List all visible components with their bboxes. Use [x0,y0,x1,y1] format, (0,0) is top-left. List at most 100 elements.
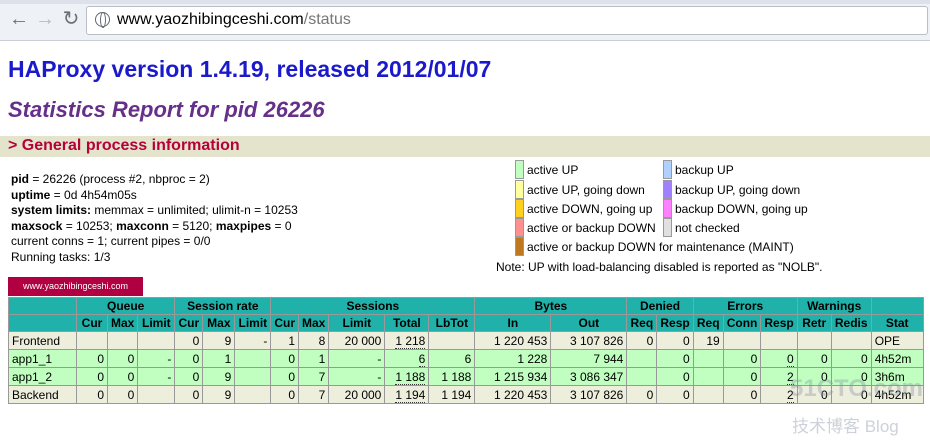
table-cell [428,331,476,350]
table-cell [234,385,272,404]
legend-swatch [515,218,524,237]
table-cell: - [137,367,176,386]
table-cell [692,385,724,404]
header-errors: Errors [692,297,798,315]
forward-arrow-icon[interactable]: → [34,8,56,30]
legend-swatch [663,180,672,199]
header-cell: Max [298,314,330,332]
page-title: HAProxy version 1.4.19, released 2012/01… [8,56,492,82]
table-cell [626,367,658,386]
table-cell[interactable]: 1 218 [384,331,430,350]
table-cell: 1 220 453 [474,385,552,404]
process-info: pid = 26226 (process #2, nbproc = 2) upt… [11,172,298,266]
legend-note: Note: UP with load-balancing disabled is… [496,260,823,274]
globe-icon [95,12,110,28]
table-cell[interactable]: 0 [760,349,798,368]
table-cell: 1 188 [428,367,476,386]
table-cell[interactable]: 1 194 [384,385,430,404]
table-cell: 9 [202,385,236,404]
uptime-label: uptime [11,187,51,202]
header-cell: Retr [796,314,832,332]
section-header-bar: > General process information [0,136,930,157]
table-cell: 19 [692,331,724,350]
table-header-columns: Cur Max Limit Cur Max Limit Cur Max Limi… [8,314,924,332]
address-url[interactable]: www.yaozhibingceshi.com/status [117,11,351,29]
header-cell: Cur [76,314,108,332]
header-cell: Limit [328,314,386,332]
back-arrow-icon[interactable]: ← [8,8,30,30]
header-cell: Cur [270,314,300,332]
uptime-value: = 0d 4h54m05s [50,187,137,202]
table-cell[interactable] [760,331,798,350]
table-cell: - [328,367,386,386]
table-cell: 7 [298,385,330,404]
header-cell: Total [384,314,430,332]
table-cell: 0 [106,385,139,404]
legend-swatch [515,199,524,218]
table-cell: 9 [202,331,236,350]
header-cell: Resp [760,314,798,332]
table-cell: 0 [270,385,300,404]
limits-value: memmax = unlimited; ulimit-n = 10253 [91,203,298,218]
table-cell: 0 [626,385,658,404]
table-cell: 0 [270,367,300,386]
header-bytes: Bytes [474,297,628,315]
table-cell: 0 [796,349,832,368]
table-cell: 0 [656,331,694,350]
row-name: app1_2 [8,367,77,386]
table-cell [722,331,762,350]
table-cell[interactable]: 1 188 [384,367,430,386]
table-cell [626,349,658,368]
row-name: Frontend [8,331,77,350]
table-cell[interactable]: 6 [384,349,430,368]
header-cell: Req [626,314,658,332]
table-cell: 0 [76,349,108,368]
header-session-rate: Session rate [174,297,272,315]
pid-value: = 26226 (process #2, nbproc = 2) [29,172,210,186]
header-cell: Out [550,314,628,332]
table-cell: 4h52m [870,349,924,368]
header-cell [8,297,77,315]
table-cell: 0 [174,367,204,386]
browser-toolbar: ← → ↻ www.yaozhibingceshi.com/status [0,0,930,41]
table-cell: OPE [870,331,924,350]
header-cell: Req [692,314,724,332]
table-row: Backend 0 0 0 9 0 7 20 000 1 194 1 194 1 220 453 3 … [8,385,924,404]
table-cell [234,367,272,386]
page-subtitle: Statistics Report for pid 26226 [8,97,325,122]
legend-swatch [663,199,672,218]
table-cell: 0 [656,349,694,368]
header-cell: In [474,314,552,332]
header-cell: Limit [137,314,176,332]
table-cell: 0 [722,367,762,386]
table-row: app1_1 0 0-0 1 0 1-6 6 1 228 7 944 0 0 0 0 0 4h52m [8,349,924,368]
address-bar[interactable]: www.yaozhibingceshi.com/status [86,6,928,35]
maxsock-value: = 10253; [62,218,117,233]
header-cell: Limit [234,314,272,332]
tab-strip [0,0,930,4]
table-cell [830,331,872,350]
table-cell: 9 [202,367,236,386]
table-cell: 0 [270,349,300,368]
table-cell: 0 [76,385,108,404]
table-cell: 0 [656,367,694,386]
stats-table: Queue Session rate Sessions Bytes Denied… [8,297,924,404]
table-cell: 0 [174,331,204,350]
table-row: app1_2 0 0-0 9 0 7-1 188 1 188 1 215 934 3 086 3… [8,367,924,386]
table-cell: 6 [428,349,476,368]
table-cell: 0 [174,385,204,404]
table-cell: 1 215 934 [474,367,552,386]
header-cell: Max [202,314,236,332]
legend-swatch [515,180,524,199]
table-row: Frontend 0 9-1 8 20 000 1 218 1 220 453 3 107 8… [8,331,924,350]
header-warnings: Warnings [796,297,872,315]
table-cell: - [234,331,272,350]
legend-swatch [663,160,672,179]
proxy-name-link[interactable]: www.yaozhibingceshi.com [8,277,143,296]
table-cell: 0 [656,385,694,404]
table-cell: 1 [270,331,300,350]
header-denied: Denied [626,297,694,315]
reload-icon[interactable]: ↻ [60,8,82,30]
table-cell: 3 086 347 [550,367,628,386]
watermark: 51CTO.com [790,375,923,402]
